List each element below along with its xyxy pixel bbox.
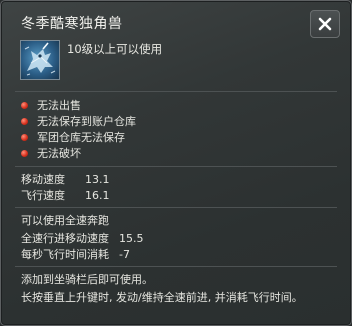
bullet-icon: [21, 101, 28, 109]
divider: [15, 166, 337, 167]
restriction-item: 无法出售: [21, 97, 81, 113]
description-line: 添加到坐骑栏后即可使用。: [21, 273, 153, 286]
winter-unicorn-mount-icon: [20, 40, 60, 80]
bullet-icon: [21, 149, 28, 157]
item-tooltip: 冬季酷寒独角兽 10级以上可以使用 无法出售 无法保存到账户仓库 军团仓库无法保…: [0, 0, 352, 326]
sprint-flight-cost: 每秒飞行时间消耗 -7: [21, 248, 130, 261]
level-requirement: 10级以上可以使用: [67, 42, 163, 56]
bullet-icon: [21, 133, 28, 141]
stat-move-speed: 移动速度 13.1: [21, 173, 110, 186]
stat-flight-speed: 飞行速度 16.1: [21, 189, 110, 202]
divider: [15, 207, 337, 208]
close-icon: [318, 17, 332, 31]
restriction-item: 军团仓库无法保存: [21, 129, 125, 145]
sprint-speed: 全速行进移动速度 15.5: [21, 232, 144, 245]
item-title: 冬季酷寒独角兽: [21, 16, 123, 32]
description-line: 长按垂直上升键时, 发动/维持全速前进, 并消耗飞行时间。: [21, 291, 303, 304]
bullet-icon: [21, 117, 28, 125]
divider: [15, 91, 337, 92]
sprint-title: 可以使用全速奔跑: [21, 214, 109, 227]
restriction-item: 无法保存到账户仓库: [21, 113, 136, 129]
restriction-item: 无法破坏: [21, 145, 81, 161]
close-button[interactable]: [310, 10, 340, 38]
divider: [15, 266, 337, 267]
